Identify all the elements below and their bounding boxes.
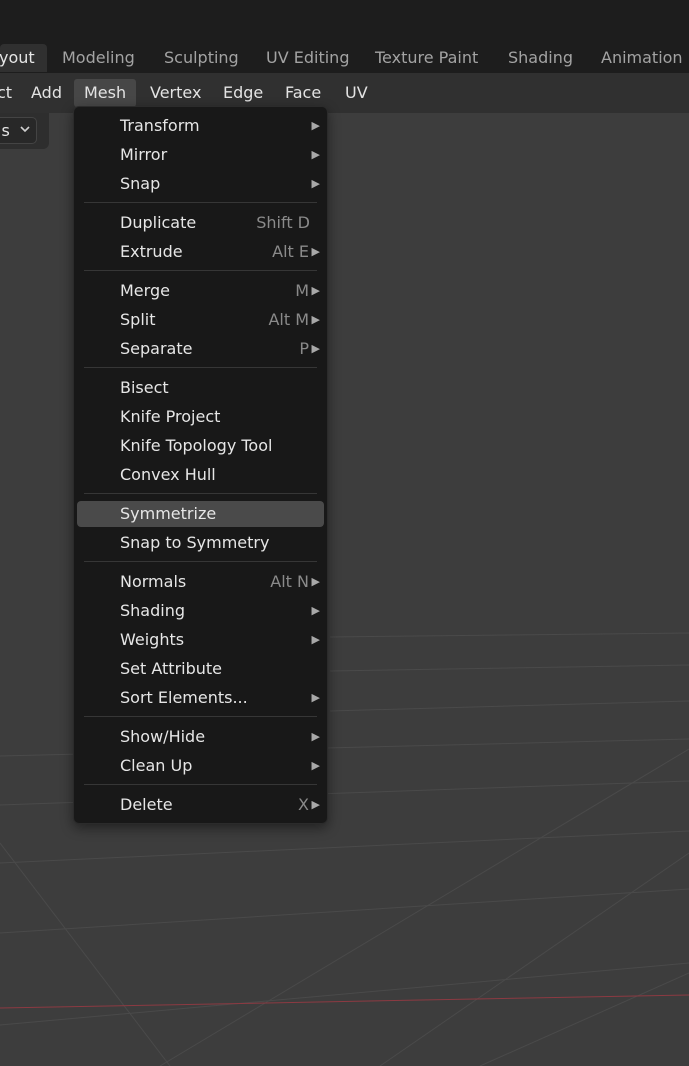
menu-item-knife-topology-tool[interactable]: Knife Topology Tool xyxy=(77,433,324,459)
menu-item-transform[interactable]: Transform ▶ xyxy=(77,113,324,139)
submenu-arrow-icon: ▶ xyxy=(311,313,320,326)
submenu-arrow-icon: ▶ xyxy=(311,575,320,588)
submenu-arrow-icon: ▶ xyxy=(311,604,320,617)
menu-item-weights[interactable]: Weights ▶ xyxy=(77,627,324,653)
menu-item-delete[interactable]: Delete X ▶ xyxy=(77,792,324,818)
submenu-arrow-icon: ▶ xyxy=(311,342,320,355)
tab-uv-editing[interactable]: UV Editing xyxy=(266,44,349,72)
menu-separator xyxy=(84,716,317,717)
menu-item-separate[interactable]: Separate P ▶ xyxy=(77,336,324,362)
menu-item-snap[interactable]: Snap ▶ xyxy=(77,171,324,197)
menu-edge[interactable]: Edge xyxy=(223,79,263,107)
menu-separator xyxy=(84,367,317,368)
tab-texture-paint[interactable]: Texture Paint xyxy=(375,44,478,72)
submenu-arrow-icon: ▶ xyxy=(311,759,320,772)
menu-separator xyxy=(84,202,317,203)
menu-separator xyxy=(84,784,317,785)
menu-item-knife-project[interactable]: Knife Project xyxy=(77,404,324,430)
menu-separator xyxy=(84,270,317,271)
submenu-arrow-icon: ▶ xyxy=(311,148,320,161)
chevron-down-icon xyxy=(20,126,30,133)
menu-mesh[interactable]: Mesh xyxy=(74,79,137,107)
menu-item-shading[interactable]: Shading ▶ xyxy=(77,598,324,624)
menu-item-normals[interactable]: Normals Alt N ▶ xyxy=(77,569,324,595)
submenu-arrow-icon: ▶ xyxy=(311,798,320,811)
menu-item-convex-hull[interactable]: Convex Hull xyxy=(77,462,324,488)
tab-sculpting[interactable]: Sculpting xyxy=(164,44,239,72)
menu-item-clean-up[interactable]: Clean Up ▶ xyxy=(77,753,324,779)
tab-animation[interactable]: Animation xyxy=(601,44,683,72)
submenu-arrow-icon: ▶ xyxy=(311,730,320,743)
menu-face[interactable]: Face xyxy=(285,79,321,107)
menu-item-bisect[interactable]: Bisect xyxy=(77,375,324,401)
workspace-tabs: yout Modeling Sculpting UV Editing Textu… xyxy=(0,42,689,73)
submenu-arrow-icon: ▶ xyxy=(311,177,320,190)
menu-item-symmetrize[interactable]: Symmetrize xyxy=(77,501,324,527)
menu-item-sort-elements[interactable]: Sort Elements... ▶ xyxy=(77,685,324,711)
title-bar xyxy=(0,0,689,42)
menu-uv[interactable]: UV xyxy=(345,79,368,107)
submenu-arrow-icon: ▶ xyxy=(311,119,320,132)
submenu-arrow-icon: ▶ xyxy=(311,284,320,297)
tab-layout[interactable]: yout xyxy=(0,44,47,72)
menu-vertex[interactable]: Vertex xyxy=(150,79,201,107)
submenu-arrow-icon: ▶ xyxy=(311,245,320,258)
menu-item-extrude[interactable]: Extrude Alt E ▶ xyxy=(77,239,324,265)
submenu-arrow-icon: ▶ xyxy=(311,633,320,646)
menu-item-snap-to-symmetry[interactable]: Snap to Symmetry xyxy=(77,530,324,556)
menu-object[interactable]: ct xyxy=(0,79,12,107)
menu-item-set-attribute[interactable]: Set Attribute xyxy=(77,656,324,682)
menu-separator xyxy=(84,493,317,494)
menu-separator xyxy=(84,561,317,562)
tab-modeling[interactable]: Modeling xyxy=(62,44,135,72)
menu-add[interactable]: Add xyxy=(31,79,62,107)
x-axis-line xyxy=(0,994,689,1009)
menu-item-merge[interactable]: Merge M ▶ xyxy=(77,278,324,304)
submenu-arrow-icon: ▶ xyxy=(311,691,320,704)
mode-dropdown[interactable]: ıs xyxy=(0,117,37,144)
menu-item-duplicate[interactable]: Duplicate Shift D xyxy=(77,210,324,236)
tab-shading[interactable]: Shading xyxy=(508,44,573,72)
menu-item-split[interactable]: Split Alt M ▶ xyxy=(77,307,324,333)
mesh-menu: Transform ▶ Mirror ▶ Snap ▶ Duplicate Shift … xyxy=(73,106,328,824)
menu-item-mirror[interactable]: Mirror ▶ xyxy=(77,142,324,168)
menu-item-show-hide[interactable]: Show/Hide ▶ xyxy=(77,724,324,750)
